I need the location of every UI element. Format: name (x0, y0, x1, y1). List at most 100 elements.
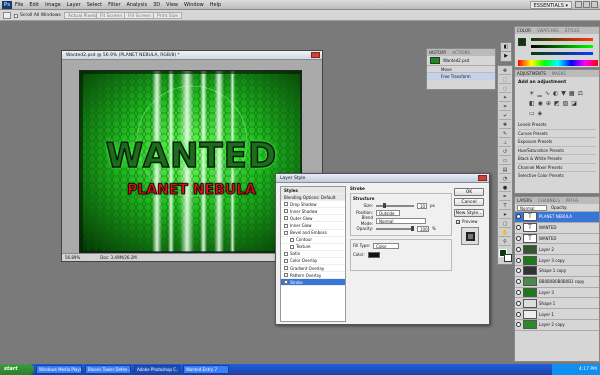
layer-row[interactable]: T PLANET NEBULA (515, 212, 599, 223)
close-app-button[interactable] (591, 1, 598, 8)
effect-checkbox[interactable] (284, 230, 288, 235)
tab-masks[interactable]: MASKS (552, 70, 566, 77)
blue-slider[interactable] (531, 52, 593, 55)
color-fg-swatch[interactable] (518, 38, 526, 46)
menu-layer[interactable]: Layer (67, 0, 81, 10)
preset-item[interactable]: Exposure Presets (518, 138, 596, 147)
new-style-button[interactable]: New Style... (454, 209, 484, 217)
blur-tool-icon[interactable]: ◔ (499, 175, 511, 183)
tab-styles[interactable]: STYLES (565, 27, 580, 34)
opacity-slider[interactable] (376, 226, 414, 231)
start-button[interactable]: start (0, 364, 34, 375)
effect-checkbox[interactable] (284, 266, 288, 271)
menu-window[interactable]: Window (184, 0, 204, 10)
layer-row[interactable]: Layer 3 copy (515, 255, 599, 266)
workspace-switcher[interactable]: ESSENTIALS ▾ (529, 1, 572, 9)
visibility-eye-icon[interactable] (516, 311, 521, 317)
menu-edit[interactable]: Edit (29, 0, 39, 10)
lasso-tool-icon[interactable]: ◌ (499, 85, 511, 93)
brightness-icon[interactable]: ☀ (529, 90, 534, 97)
history-snapshot[interactable]: Wanted2.psd (427, 56, 495, 66)
visibility-eye-icon[interactable] (516, 246, 521, 252)
zoom-tool-icon[interactable]: ⚲ (499, 238, 511, 246)
menu-3d[interactable]: 3D (153, 0, 160, 10)
opacity-slider-thumb[interactable] (411, 226, 414, 231)
threshold-icon[interactable]: ◪ (571, 100, 577, 107)
stroke-color-swatch[interactable] (367, 252, 380, 258)
layer-row[interactable]: Layer 3 (515, 287, 599, 299)
history-item[interactable]: Free Transform (427, 73, 495, 80)
menu-help[interactable]: Help (210, 0, 221, 10)
healing-brush-icon[interactable]: ✚ (499, 121, 511, 129)
gradient-map-icon[interactable]: ▭ (529, 110, 535, 117)
tab-adjustments[interactable]: ADJUSTMENTS (517, 70, 546, 77)
layer-row[interactable]: Layer 2 (515, 244, 599, 256)
fill-type-select[interactable]: Color (373, 243, 400, 249)
layer-row[interactable]: T WANTED (515, 233, 599, 245)
dialog-close-button[interactable] (478, 175, 487, 181)
preset-item[interactable]: Hue/Saturation Presets (518, 147, 596, 155)
eraser-icon[interactable]: ▭ (499, 157, 511, 165)
path-selection-icon[interactable]: ➤ (499, 211, 511, 219)
document-close-button[interactable] (311, 52, 320, 58)
effect-checkbox[interactable] (284, 251, 288, 256)
dodge-tool-icon[interactable]: ● (499, 184, 511, 192)
scroll-all-checkbox[interactable] (14, 13, 18, 18)
visibility-eye-icon[interactable] (516, 257, 521, 263)
taskbar-item-active[interactable]: Adobe Photoshop C... (134, 365, 180, 374)
layer-row[interactable]: Layer 1 (515, 309, 599, 320)
effect-checkbox[interactable] (290, 244, 294, 249)
effect-checkbox[interactable] (284, 273, 288, 278)
channel-mixer-icon[interactable]: ⊕ (546, 100, 551, 107)
size-slider[interactable] (376, 202, 414, 208)
actions-dock-icon[interactable]: ▶ (501, 52, 511, 61)
taskbar-item[interactable]: Wanted Entry 7 (183, 365, 229, 374)
print-size-button[interactable]: Print Size (153, 12, 183, 19)
preset-item[interactable]: Black & White Presets (518, 155, 596, 164)
green-slider[interactable] (531, 45, 593, 48)
color-balance-icon[interactable]: ⚖ (578, 90, 583, 97)
effect-checkbox[interactable] (284, 216, 288, 221)
effect-stroke[interactable]: Stroke (281, 279, 345, 287)
tab-layers[interactable]: LAYERS (517, 197, 532, 204)
effect-bevel-emboss[interactable]: Bevel and Emboss (281, 230, 345, 237)
preset-item[interactable]: Levels Presets (518, 121, 596, 130)
actual-pixels-button[interactable]: Actual Pixels (64, 12, 101, 19)
effect-checkbox[interactable] (284, 209, 288, 214)
clone-stamp-icon[interactable]: ⊥ (499, 139, 511, 147)
black-white-icon[interactable]: ◧ (529, 100, 535, 107)
layer-blend-mode-select[interactable]: Normal (517, 204, 547, 211)
eyedropper-icon[interactable]: ⌿ (499, 112, 511, 120)
selective-color-icon[interactable]: ◈ (538, 110, 543, 117)
position-select[interactable]: Outside (376, 210, 400, 216)
tab-color[interactable]: COLOR (517, 27, 531, 34)
ok-button[interactable]: OK (454, 188, 484, 196)
preview-checkbox[interactable]: ✓ (456, 220, 460, 225)
hand-tool-icon[interactable] (3, 12, 11, 19)
brush-tool-icon[interactable]: ✎ (499, 130, 511, 138)
effect-checkbox[interactable] (284, 223, 288, 228)
type-tool-icon[interactable]: T (499, 202, 511, 210)
stroke-checkbox[interactable] (284, 280, 288, 285)
scroll-all-option[interactable]: Scroll All Windows (14, 12, 61, 19)
levels-icon[interactable]: ▁ (537, 90, 542, 97)
tab-paths[interactable]: PATHS (566, 197, 579, 204)
photo-filter-icon[interactable]: ◉ (538, 100, 543, 107)
red-slider[interactable] (531, 38, 593, 41)
visibility-eye-icon[interactable] (516, 214, 521, 220)
visibility-eye-icon[interactable] (516, 268, 521, 274)
effect-checkbox[interactable] (284, 258, 288, 263)
history-brush-icon[interactable]: ↺ (499, 148, 511, 156)
fill-screen-button[interactable]: Fill Screen (124, 12, 155, 19)
effect-checkbox[interactable] (290, 237, 294, 242)
magic-wand-icon[interactable]: ✦ (499, 94, 511, 102)
size-input[interactable]: 10 (417, 202, 427, 209)
preset-item[interactable]: Selective Color Presets (518, 172, 596, 180)
layer-row[interactable]: Layer 2 copy (515, 319, 599, 331)
move-tool-icon[interactable]: ✥ (499, 67, 511, 75)
layer-row[interactable]: BB0B0B0B0B0B1 copy (515, 276, 599, 288)
menu-view[interactable]: View (166, 0, 178, 10)
preset-item[interactable]: Curves Presets (518, 130, 596, 138)
visibility-eye-icon[interactable] (516, 279, 521, 285)
blend-mode-select[interactable]: Normal (376, 218, 426, 224)
